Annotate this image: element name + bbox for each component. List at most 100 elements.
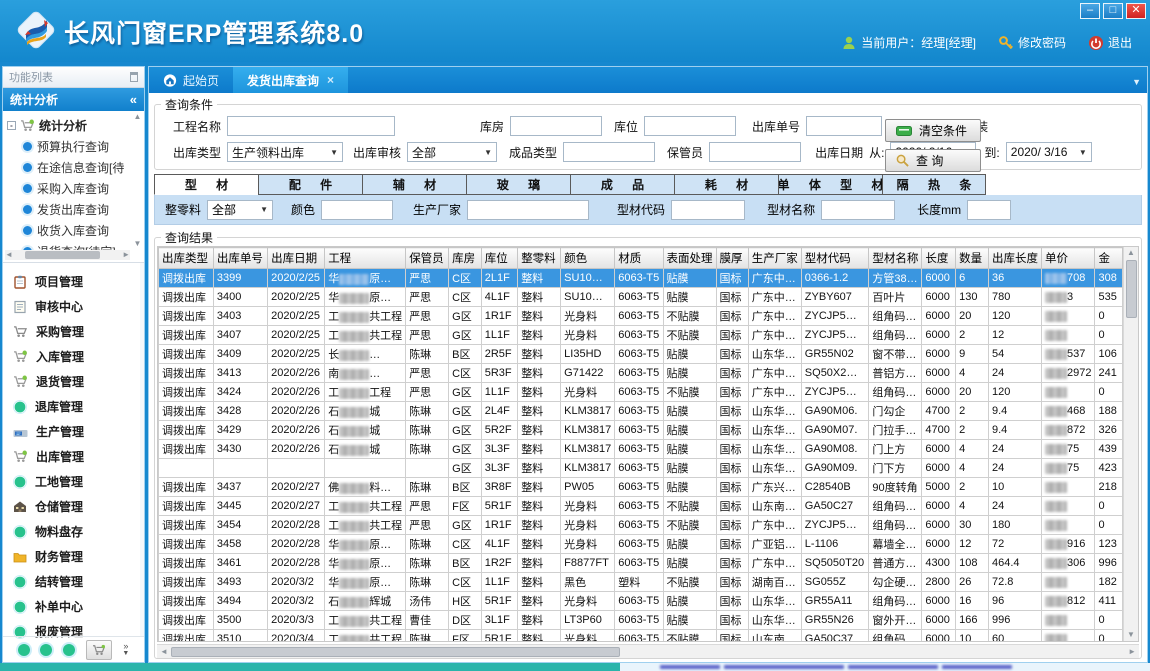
material-tab-玻璃[interactable]: 玻 璃 [466,174,570,195]
table-row[interactable]: 调拨出库34582020/2/28华原…陈琳C区4L1F整料光身料6063-T5… [159,535,1123,554]
sidebar-item-项目管理[interactable]: 项目管理 [3,269,140,294]
tab-起始页[interactable]: 起始页 [149,67,233,93]
scroll-left-icon[interactable]: ◄ [5,251,13,259]
table-row[interactable]: 调拨出库34542020/2/28工共工程严思G区1R1F整料光身料6063-T… [159,516,1123,535]
column-header-数量[interactable]: 数量 [956,248,989,269]
column-header-颜色[interactable]: 颜色 [561,248,615,269]
table-row[interactable]: 调拨出库34942020/3/2石辉城汤伟H区5R1F整料光身料6063-T5贴… [159,592,1123,611]
column-header-膜厚[interactable]: 膜厚 [716,248,748,269]
maker-input[interactable] [467,200,589,220]
material-tab-配件[interactable]: 配 件 [258,174,362,195]
sidebar-tree-item[interactable]: 预算执行查询 [7,136,142,157]
hscroll-thumb[interactable] [171,647,620,657]
project-name-input[interactable] [227,116,395,136]
column-header-材质[interactable]: 材质 [615,248,663,269]
scroll-down-icon[interactable]: ▼ [1127,631,1135,639]
module-dot-icon[interactable] [63,644,75,656]
column-header-整零料[interactable]: 整零料 [518,248,561,269]
search-button[interactable]: 查 询 [885,149,981,172]
column-header-出库日期[interactable]: 出库日期 [268,248,325,269]
results-vertical-scrollbar[interactable]: ▲ ▼ [1123,247,1138,641]
tab-close-icon[interactable]: × [327,73,334,87]
column-header-出库单号[interactable]: 出库单号 [213,248,267,269]
scroll-right-icon[interactable]: ► [1128,648,1136,656]
sidebar-overflow-button[interactable]: » ▼ [122,642,129,658]
table-row[interactable]: 调拨出库34132020/2/26南…严思C区5R3F整料G714226063-… [159,364,1123,383]
sidebar-tree-item[interactable]: 采购入库查询 [7,178,142,199]
table-row[interactable]: 调拨出库34292020/2/26石城陈琳G区5R2F整料KLM38176063… [159,421,1123,440]
change-password-button[interactable]: 修改密码 [998,34,1066,51]
sidebar-item-工地管理[interactable]: 工地管理 [3,469,140,494]
scroll-right-icon[interactable]: ► [122,251,130,259]
material-tab-单体型材[interactable]: 单 体 型 材 [778,174,882,195]
sidebar-item-入库管理[interactable]: 入库管理 [3,344,140,369]
table-row[interactable]: 调拨出库34282020/2/26石城陈琳G区2L4F整料KLM38176063… [159,402,1123,421]
product-type-input[interactable] [563,142,655,162]
table-row[interactable]: 调拨出库34032020/2/25工共工程严思G区1R1F整料光身料6063-T… [159,307,1123,326]
column-header-库房[interactable]: 库房 [449,248,482,269]
minimize-button[interactable]: – [1080,3,1100,19]
material-tab-型材[interactable]: 型 材 [154,174,258,195]
column-header-工程[interactable]: 工程 [325,248,406,269]
sidebar-item-财务管理[interactable]: 财务管理 [3,544,140,569]
tree-root-item[interactable]: -统计分析 [7,115,142,136]
close-button[interactable]: ✕ [1126,3,1146,19]
tree-hscroll-thumb[interactable] [25,251,100,259]
sidebar-item-物料盘存[interactable]: 物料盘存 [3,519,140,544]
material-tab-成品[interactable]: 成 品 [570,174,674,195]
table-row[interactable]: 调拨出库34932020/3/2华原…陈琳C区1L1F整料黑色塑料不贴膜国标湖南… [159,573,1123,592]
column-header-表面处理[interactable]: 表面处理 [663,248,716,269]
column-header-型材名称[interactable]: 型材名称 [869,248,922,269]
table-row[interactable]: 调拨出库34302020/2/26石城陈琳G区3L3F整料KLM38176063… [159,440,1123,459]
name-input[interactable] [821,200,895,220]
table-row[interactable]: 调拨出库34452020/2/27工共工程严思F区5R1F整料光身料6063-T… [159,497,1123,516]
column-header-型材代码[interactable]: 型材代码 [801,248,869,269]
table-row[interactable]: 调拨出库34372020/2/27佛料…陈琳B区3R8F整料PW056063-T… [159,478,1123,497]
table-row[interactable]: 调拨出库34072020/2/25工共工程严思G区1L1F整料光身料6063-T… [159,326,1123,345]
sidebar-item-生产管理[interactable]: 生产管理 [3,419,140,444]
tabstrip-dropdown-icon[interactable]: ▼ [1132,77,1141,87]
column-header-长度[interactable]: 长度 [922,248,956,269]
out-type-select[interactable]: 生产领料出库▼ [227,142,343,162]
cart-module-button[interactable] [86,640,112,660]
sidebar-item-补单中心[interactable]: 补单中心 [3,594,140,619]
maximize-button[interactable]: □ [1103,3,1123,19]
scroll-down-icon[interactable]: ▼ [134,240,142,248]
table-row[interactable]: G区3L3F整料KLM38176063-T5贴膜国标山东华…GA90M09.门下… [159,459,1123,478]
audit-select[interactable]: 全部▼ [407,142,497,162]
sidebar-tree-item[interactable]: 在途信息查询[待 [7,157,142,178]
warehouse-input[interactable] [510,116,602,136]
column-header-库位[interactable]: 库位 [481,248,517,269]
column-header-生产厂家[interactable]: 生产厂家 [748,248,801,269]
slot-input[interactable] [644,116,736,136]
sidebar-item-采购管理[interactable]: 采购管理 [3,319,140,344]
order-no-input[interactable] [806,116,882,136]
sidebar-item-退货管理[interactable]: 退货管理 [3,369,140,394]
tree-expander-icon[interactable]: - [7,121,16,130]
table-row[interactable]: 调拨出库33992020/2/25华原…严思C区2L1F整料SU10…6063-… [159,269,1123,288]
sidebar-tree-item[interactable]: 发货出库查询 [7,199,142,220]
column-header-出库类型[interactable]: 出库类型 [159,248,214,269]
sidebar-item-出库管理[interactable]: 出库管理 [3,444,140,469]
scroll-up-icon[interactable]: ▲ [134,113,142,121]
material-tab-隔热条[interactable]: 隔 热 条 [882,174,986,195]
tab-发货出库查询[interactable]: 发货出库查询× [233,67,348,93]
table-row[interactable]: 调拨出库35002020/3/3工共工程曹佳D区3L1F整料LT3P606063… [159,611,1123,630]
sidebar-section-header[interactable]: 统计分析 « [3,88,144,111]
sidebar-tree-item[interactable]: 退库管理[待定] [7,262,142,263]
column-header-出库长度[interactable]: 出库长度 [989,248,1042,269]
material-tab-辅材[interactable]: 辅 材 [362,174,466,195]
sidebar-item-审核中心[interactable]: 审核中心 [3,294,140,319]
scroll-up-icon[interactable]: ▲ [1127,249,1135,257]
logout-button[interactable]: 退出 [1088,34,1132,51]
clear-conditions-button[interactable]: 清空条件 [885,119,981,142]
color-input[interactable] [321,200,393,220]
scroll-left-icon[interactable]: ◄ [160,648,168,656]
part-select[interactable]: 全部▼ [207,200,273,220]
vscroll-thumb[interactable] [1126,260,1137,318]
table-row[interactable]: 调拨出库34092020/2/25长…陈琳B区2R5F整料LI35HD6063-… [159,345,1123,364]
keeper-input[interactable] [709,142,801,162]
module-dot-icon[interactable] [40,644,52,656]
table-row[interactable]: 调拨出库34002020/2/25华原…严思C区4L1F整料SU10…6063-… [159,288,1123,307]
table-row[interactable]: 调拨出库34242020/2/26工工程严思G区1L1F整料光身料6063-T5… [159,383,1123,402]
